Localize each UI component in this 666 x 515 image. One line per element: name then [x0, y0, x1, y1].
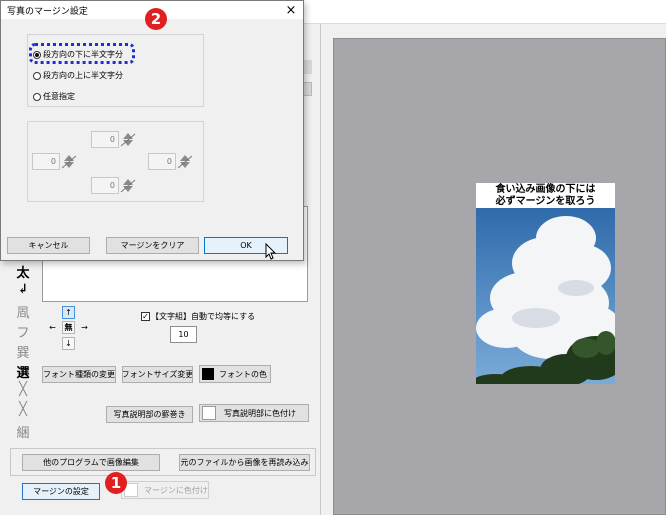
font-color-label: フォントの色: [219, 369, 267, 379]
preview-caption: 食い込み画像の下には 必ずマージンを取ろう: [476, 183, 615, 208]
margin-left-value[interactable]: 0: [32, 153, 60, 170]
radio-below-label: 段方向の下に半文字分: [43, 50, 123, 59]
radio-option-below[interactable]: 段方向の下に半文字分: [33, 49, 123, 60]
preview-caption-line2: 必ずマージンを取ろう: [495, 195, 596, 207]
direction-left-button[interactable]: ←: [46, 321, 59, 334]
dialog-close-icon[interactable]: ×: [280, 1, 302, 19]
cancel-button[interactable]: キャンセル: [7, 237, 90, 254]
radio-option-custom[interactable]: 任意指定: [33, 91, 75, 102]
margin-left-spinner[interactable]: 0: [32, 153, 77, 170]
radio-below-indicator[interactable]: [33, 50, 41, 59]
margin-bottom-spin-arrows-icon[interactable]: [120, 177, 136, 194]
tool-icon-3[interactable]: 凮: [14, 302, 32, 321]
margin-settings-button[interactable]: マージンの設定: [22, 483, 100, 500]
tool-icon-5[interactable]: 巽: [14, 342, 32, 361]
caption-enclose-button[interactable]: 写真説明部の罫巻き: [106, 406, 193, 423]
tool-icon-4[interactable]: フ: [14, 322, 32, 341]
left-panel-divider: [320, 24, 321, 515]
margin-color-button[interactable]: マージンに色付け: [121, 481, 209, 499]
tool-icon-9[interactable]: 綑: [14, 422, 32, 441]
radio-above-label: 段方向の上に半文字分: [43, 71, 123, 80]
margin-top-spin-arrows-icon[interactable]: [120, 131, 136, 148]
hidden-field-2: [303, 82, 312, 96]
cross-tool-icon-2[interactable]: ╳: [14, 402, 32, 417]
auto-equal-checkbox[interactable]: ✓: [141, 312, 150, 321]
font-type-button[interactable]: フォント種類の変更: [42, 366, 116, 383]
margin-right-spin-arrows-icon[interactable]: [177, 153, 193, 170]
radio-above-indicator[interactable]: [33, 71, 41, 80]
margin-bottom-value[interactable]: 0: [91, 177, 119, 194]
direction-down-button[interactable]: ↓: [62, 337, 75, 350]
sky-clouds-image: [476, 208, 615, 384]
direction-right-button[interactable]: →: [78, 321, 91, 334]
select-tool-icon[interactable]: 選: [14, 362, 32, 381]
radio-custom-indicator[interactable]: [33, 92, 41, 101]
auto-equal-row[interactable]: ✓ 【文字組】自動で均等にする: [141, 311, 255, 322]
margin-left-spin-arrows-icon[interactable]: [61, 153, 77, 170]
cross-tool-icon-1[interactable]: ╳: [14, 382, 32, 397]
preview-caption-line1: 食い込み画像の下には: [495, 183, 596, 195]
hidden-field-1: [303, 60, 312, 74]
dialog-title: 写真のマージン設定: [7, 6, 88, 17]
bold-tool-icon[interactable]: 太: [14, 262, 32, 281]
radio-custom-label: 任意指定: [43, 92, 75, 101]
margin-color-label: マージンに色付け: [144, 485, 208, 495]
font-size-button[interactable]: フォントサイズ変更: [122, 366, 193, 383]
auto-equal-label: 【文字組】自動で均等にする: [151, 312, 256, 321]
margin-right-spinner[interactable]: 0: [148, 153, 193, 170]
return-tool-icon[interactable]: ↲: [14, 282, 32, 297]
caption-color-label: 写真説明部に色付け: [224, 408, 296, 418]
step-badge-1: 1: [105, 472, 127, 494]
font-color-button[interactable]: フォントの色: [199, 365, 271, 383]
margin-top-value[interactable]: 0: [91, 131, 119, 148]
margin-top-spinner[interactable]: 0: [91, 131, 136, 148]
radio-option-above[interactable]: 段方向の上に半文字分: [33, 70, 123, 81]
direction-up-button[interactable]: ↑: [62, 306, 75, 319]
margin-right-value[interactable]: 0: [148, 153, 176, 170]
clear-margin-button[interactable]: マージンをクリア: [106, 237, 199, 254]
bottom-group-frame: [10, 448, 316, 476]
direction-center-button[interactable]: 無: [62, 321, 75, 334]
caption-color-button[interactable]: 写真説明部に色付け: [199, 404, 309, 422]
mouse-cursor-icon: [265, 243, 277, 260]
auto-equal-value[interactable]: 10: [170, 326, 197, 343]
step-badge-2: 2: [145, 8, 167, 30]
font-color-swatch: [202, 368, 214, 380]
preview-photo: [476, 208, 615, 384]
margin-bottom-spinner[interactable]: 0: [91, 177, 136, 194]
caption-color-swatch: [202, 406, 216, 420]
